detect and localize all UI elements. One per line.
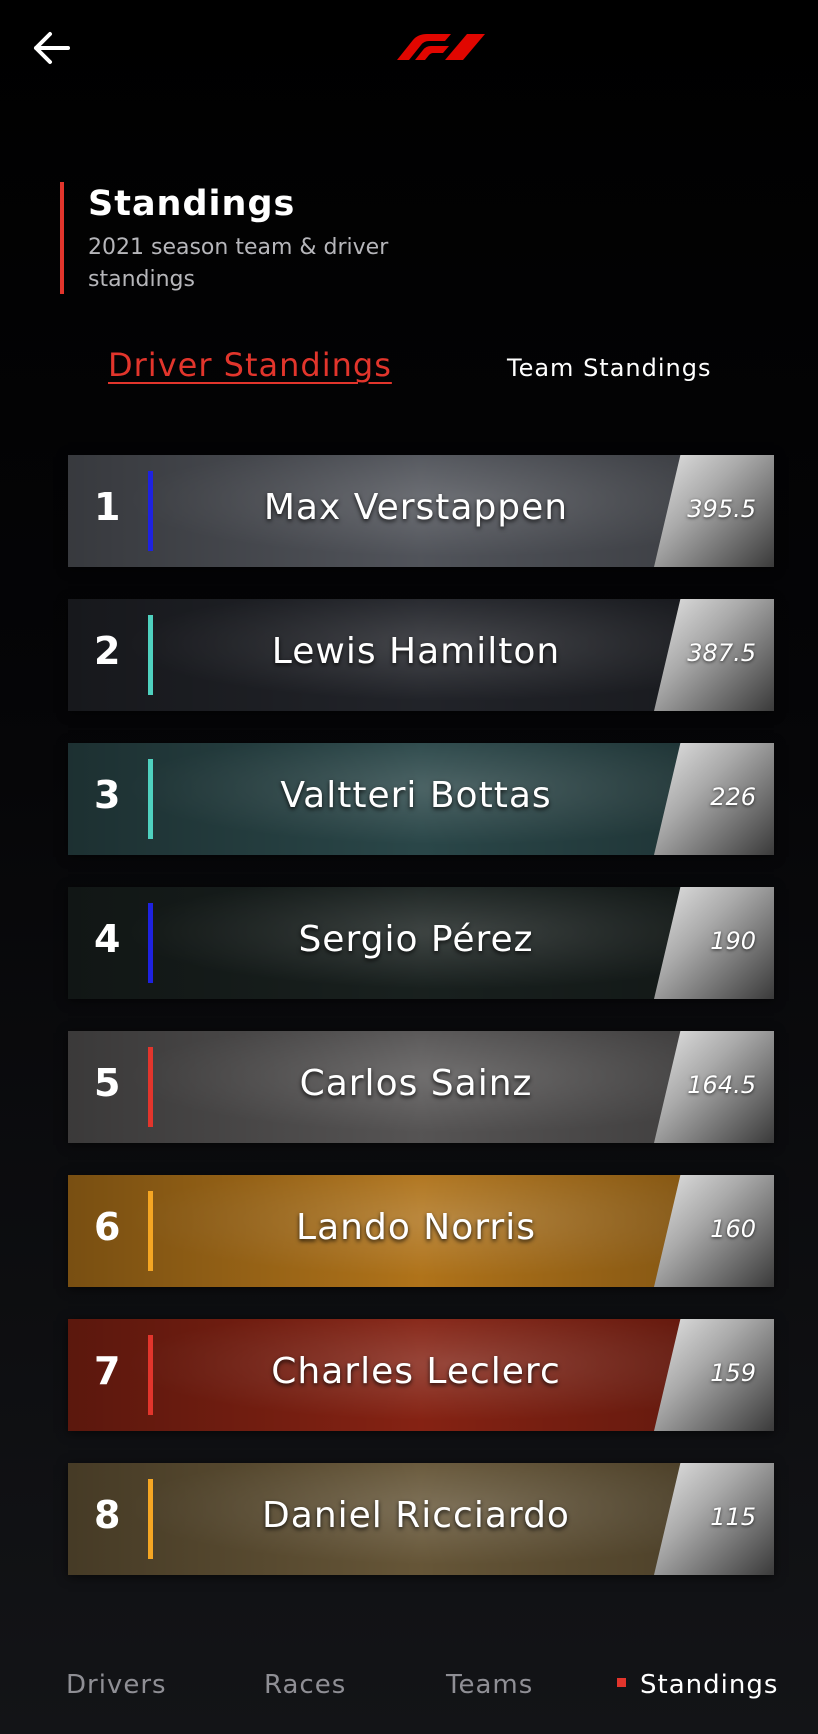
nav-standings[interactable]: Standings <box>617 1670 778 1700</box>
page-subtitle: 2021 season team & driver standings <box>88 235 389 292</box>
driver-name: Lando Norris <box>296 1207 536 1248</box>
driver-name: Daniel Ricciardo <box>262 1495 570 1536</box>
f1-logo <box>393 32 489 62</box>
driver-name: Sergio Pérez <box>298 919 534 960</box>
driver-position: 3 <box>94 773 121 817</box>
driver-points: 226 <box>710 783 756 811</box>
driver-name: Lewis Hamilton <box>271 631 561 672</box>
team-color-bar <box>148 759 153 839</box>
driver-position: 7 <box>94 1349 121 1393</box>
driver-position: 8 <box>94 1493 121 1537</box>
driver-points: 159 <box>710 1359 756 1387</box>
driver-points: 164.5 <box>687 1071 756 1099</box>
page-header: Standings 2021 season team & driver stan… <box>60 182 514 294</box>
bottom-nav: Drivers Races Teams Standings <box>0 1640 818 1734</box>
team-color-bar <box>148 615 153 695</box>
driver-points: 160 <box>710 1215 756 1243</box>
driver-row[interactable]: 6 Lando Norris 160 <box>68 1175 774 1287</box>
driver-points: 387.5 <box>687 639 756 667</box>
driver-points: 115 <box>710 1503 756 1531</box>
driver-position: 5 <box>94 1061 121 1105</box>
team-color-bar <box>148 1335 153 1415</box>
driver-name: Charles Leclerc <box>271 1351 561 1392</box>
back-button[interactable] <box>30 28 78 72</box>
driver-points: 395.5 <box>687 495 756 523</box>
driver-name: Max Verstappen <box>263 487 569 528</box>
driver-row[interactable]: 3 Valtteri Bottas 226 <box>68 743 774 855</box>
tab-driver-standings[interactable]: Driver Standings <box>108 346 392 384</box>
driver-name: Valtteri Bottas <box>280 775 552 816</box>
driver-name: Carlos Sainz <box>299 1063 533 1104</box>
team-color-bar <box>148 903 153 983</box>
driver-points: 190 <box>710 927 756 955</box>
tab-team-standings[interactable]: Team Standings <box>507 354 711 382</box>
team-color-bar <box>148 471 153 551</box>
team-color-bar <box>148 1047 153 1127</box>
driver-position: 2 <box>94 629 121 673</box>
active-indicator <box>617 1678 626 1687</box>
driver-position: 6 <box>94 1205 121 1249</box>
top-bar <box>0 0 818 100</box>
driver-row[interactable]: 7 Charles Leclerc 159 <box>68 1319 774 1431</box>
team-color-bar <box>148 1479 153 1559</box>
driver-row[interactable]: 4 Sergio Pérez 190 <box>68 887 774 999</box>
driver-row[interactable]: 8 Daniel Ricciardo 115 <box>68 1463 774 1575</box>
driver-position: 1 <box>94 485 121 529</box>
nav-drivers[interactable]: Drivers <box>66 1670 167 1700</box>
nav-teams[interactable]: Teams <box>446 1670 533 1700</box>
driver-row[interactable]: 1 Max Verstappen 395.5 <box>68 455 774 567</box>
page-title: Standings <box>88 184 296 224</box>
arrow-left-icon <box>34 32 70 64</box>
team-color-bar <box>148 1191 153 1271</box>
standings-tabs: Driver Standings Team Standings <box>0 338 818 398</box>
driver-position: 4 <box>94 917 121 961</box>
driver-row[interactable]: 5 Carlos Sainz 164.5 <box>68 1031 774 1143</box>
driver-row[interactable]: 2 Lewis Hamilton 387.5 <box>68 599 774 711</box>
nav-standings-label: Standings <box>640 1670 779 1700</box>
nav-races[interactable]: Races <box>264 1670 346 1700</box>
